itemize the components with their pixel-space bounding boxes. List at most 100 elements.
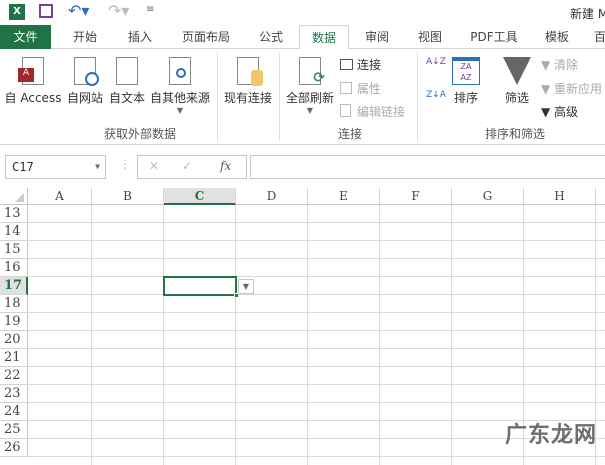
column-header-h[interactable]: H: [524, 188, 596, 205]
row-header-25[interactable]: 25: [0, 421, 28, 439]
filter-icon: [503, 57, 531, 85]
label: 属性: [357, 82, 382, 96]
undo-icon[interactable]: ↶▾: [68, 1, 89, 20]
row-header-23[interactable]: 23: [0, 385, 28, 403]
connections-icon: [340, 59, 353, 70]
row-gridline: [28, 366, 605, 367]
excel-logo-icon: X: [9, 4, 25, 20]
clear-filter-button[interactable]: ▼ 清除: [541, 56, 578, 73]
filter-button[interactable]: 筛选: [500, 57, 534, 106]
window-title: 新建 M: [570, 7, 605, 21]
refresh-icon: ⟳: [299, 57, 325, 86]
row-gridline: [28, 312, 605, 313]
access-icon: A: [18, 57, 44, 85]
label: 连接: [357, 58, 382, 72]
tab-formulas[interactable]: 公式: [248, 25, 294, 49]
tab-page-layout[interactable]: 页面布局: [170, 25, 242, 49]
from-access-button[interactable]: A 自 Access: [4, 57, 62, 106]
sort-z-a-button[interactable]: Z↓A: [426, 91, 446, 100]
existing-connections-icon: [237, 57, 263, 86]
from-web-button[interactable]: 自网站: [64, 57, 106, 106]
row-header-15[interactable]: 15: [0, 241, 28, 259]
refresh-all-button[interactable]: ⟳ 全部刷新 ▼: [284, 57, 336, 115]
row-gridline: [28, 276, 605, 277]
row-gridline: [28, 222, 605, 223]
connections-button[interactable]: 连接: [340, 56, 381, 73]
row-header-14[interactable]: 14: [0, 223, 28, 241]
row-header-21[interactable]: 21: [0, 349, 28, 367]
tab-insert[interactable]: 插入: [115, 25, 165, 49]
tab-home[interactable]: 开始: [60, 25, 110, 49]
row-header-24[interactable]: 24: [0, 403, 28, 421]
column-header-e[interactable]: E: [308, 188, 380, 205]
label: 全部刷新: [285, 91, 334, 105]
row-header-20[interactable]: 20: [0, 331, 28, 349]
column-header-f[interactable]: F: [380, 188, 452, 205]
tab-view[interactable]: 视图: [405, 25, 455, 49]
insert-function-icon[interactable]: fx: [220, 159, 231, 173]
group-label-connections: 连接: [337, 127, 362, 141]
ribbon-tabs: 文件 开始 插入 页面布局 公式 数据 审阅 视图 PDF工具 模板 百: [0, 25, 605, 50]
active-cell-c17[interactable]: [163, 276, 239, 298]
sort-a-z-button[interactable]: A↓Z: [426, 58, 446, 67]
row-header-19[interactable]: 19: [0, 313, 28, 331]
cancel-icon[interactable]: ✕: [149, 159, 159, 173]
row-gridline: [28, 294, 605, 295]
row-header-17[interactable]: 17: [0, 277, 28, 295]
web-icon: [74, 57, 99, 86]
chevron-down-icon[interactable]: ▼: [95, 156, 100, 178]
redo-icon[interactable]: ↷▾: [108, 1, 129, 20]
row-gridline: [28, 456, 605, 457]
row-header-18[interactable]: 18: [0, 295, 28, 313]
row-header-22[interactable]: 22: [0, 367, 28, 385]
reapply-icon: ▼: [541, 82, 555, 96]
name-box-value: C17: [12, 160, 34, 174]
existing-connections-button[interactable]: 现有连接: [220, 57, 276, 106]
save-icon[interactable]: [39, 4, 53, 18]
column-header-c[interactable]: C: [164, 188, 236, 205]
from-other-sources-button[interactable]: 自其他来源 ▼: [148, 57, 212, 115]
sort-icon: ZA AZ: [452, 57, 480, 85]
label: 清除: [554, 58, 579, 72]
label: 自文本: [108, 91, 145, 105]
sort-button[interactable]: ZA AZ 排序: [448, 57, 484, 106]
tab-pdf-tools[interactable]: PDF工具: [462, 25, 526, 49]
group-label-get-external-data: 获取外部数据: [103, 127, 176, 141]
row-gridline: [28, 384, 605, 385]
row-header-16[interactable]: 16: [0, 259, 28, 277]
tab-data[interactable]: 数据: [299, 25, 349, 50]
other-sources-icon: [169, 57, 191, 85]
row-gridline: [28, 258, 605, 259]
properties-button[interactable]: 属性: [340, 80, 381, 97]
customize-qat-icon[interactable]: ≡: [146, 4, 154, 15]
label: 高级: [554, 105, 579, 119]
name-box[interactable]: C17 ▼: [5, 155, 106, 179]
properties-icon: [340, 82, 352, 94]
row-header-13[interactable]: 13: [0, 205, 28, 223]
select-all-button[interactable]: [0, 188, 28, 205]
column-header-d[interactable]: D: [236, 188, 308, 205]
formula-bar: C17 ▼ ⋮ ✕ ✓ fx: [0, 145, 605, 188]
tab-review[interactable]: 审阅: [352, 25, 402, 49]
reapply-button[interactable]: ▼ 重新应用: [541, 80, 602, 97]
text-file-icon: [116, 57, 138, 85]
tab-file[interactable]: 文件: [0, 25, 51, 49]
dropdown-arrow-icon[interactable]: ▼: [238, 279, 254, 294]
column-header-g[interactable]: G: [452, 188, 524, 205]
formula-input[interactable]: [250, 155, 605, 179]
row-header-26[interactable]: 26: [0, 439, 28, 457]
label: 编辑链接: [357, 105, 406, 119]
tab-templates[interactable]: 模板: [532, 25, 582, 49]
formula-bar-grip[interactable]: ⋮: [119, 157, 131, 171]
label: 自其他来源: [149, 91, 210, 105]
formula-buttons: ✕ ✓ fx: [137, 155, 247, 179]
row-gridline: [28, 348, 605, 349]
from-text-button[interactable]: 自文本: [107, 57, 147, 106]
advanced-filter-button[interactable]: ▼ 高级: [541, 103, 578, 120]
column-header-b[interactable]: B: [92, 188, 164, 205]
column-header-a[interactable]: A: [28, 188, 92, 205]
column-header-i[interactable]: [596, 188, 605, 205]
enter-icon[interactable]: ✓: [182, 159, 192, 173]
tab-more[interactable]: 百: [590, 25, 605, 49]
edit-links-button[interactable]: 编辑链接: [340, 103, 405, 120]
